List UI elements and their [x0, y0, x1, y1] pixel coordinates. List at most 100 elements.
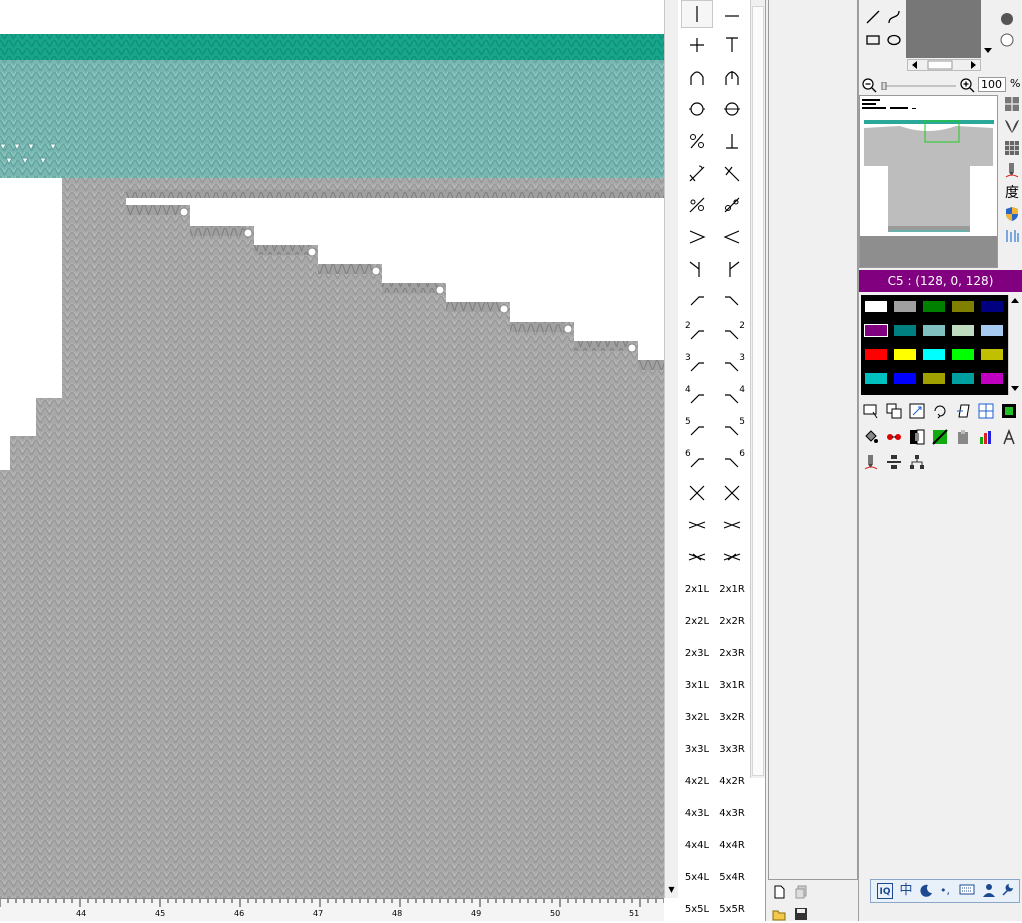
- cable-tool-4x4r[interactable]: 4x4R: [716, 831, 748, 859]
- new-file-icon[interactable]: [770, 883, 788, 901]
- stitch-decrease-5-left-tool[interactable]: 5: [681, 415, 713, 443]
- knit-pattern-canvas[interactable]: [0, 0, 664, 898]
- needle-bars-icon[interactable]: [1003, 227, 1021, 245]
- zoom-out-icon[interactable]: [860, 76, 878, 94]
- pen-tool-icon[interactable]: [1003, 161, 1021, 179]
- stitch-transfer-tool[interactable]: [681, 127, 713, 155]
- cable-tool-5x4l[interactable]: 5x4L: [681, 863, 713, 891]
- palette-swatch[interactable]: [951, 300, 975, 313]
- palette-swatch[interactable]: [951, 372, 975, 385]
- scroll-down-small-icon[interactable]: [982, 44, 994, 56]
- stitch-decrease-4-left-tool[interactable]: 4: [681, 383, 713, 411]
- grid-view-icon[interactable]: [1003, 95, 1021, 113]
- stitch-decrease-2-right-tool[interactable]: 2: [716, 319, 748, 347]
- keyboard-icon[interactable]: [959, 883, 975, 899]
- resize-region-icon[interactable]: [908, 402, 926, 420]
- palette-swatch[interactable]: [951, 324, 975, 337]
- stitch-cross-x-alt-tool[interactable]: [716, 479, 748, 507]
- palette-swatch[interactable]: [980, 300, 1004, 313]
- zoom-value-field[interactable]: 100: [978, 77, 1006, 92]
- pen-color-icon[interactable]: [862, 453, 880, 471]
- palette-swatch[interactable]: [980, 348, 1004, 361]
- select-region-icon[interactable]: [862, 402, 880, 420]
- color-swap-icon[interactable]: [885, 428, 903, 446]
- cable-tool-3x3r[interactable]: 3x3R: [716, 735, 748, 763]
- palette-swatch[interactable]: [893, 372, 917, 385]
- stitch-decrease-right-tool[interactable]: [716, 287, 748, 315]
- outline-circle-icon[interactable]: [998, 31, 1016, 49]
- stitch-decrease-3-right-tool[interactable]: 3: [716, 351, 748, 379]
- palette-swatch[interactable]: [864, 324, 888, 337]
- cable-tool-2x2r[interactable]: 2x2R: [716, 607, 748, 635]
- stitch-chevron-right-tool[interactable]: [681, 223, 713, 251]
- stitch-chevron-left-tool[interactable]: [716, 223, 748, 251]
- cable-tool-3x3l[interactable]: 3x3L: [681, 735, 713, 763]
- palette-swatch[interactable]: [922, 300, 946, 313]
- garment-thumbnail[interactable]: [859, 95, 998, 268]
- ellipse-tool-icon[interactable]: [885, 31, 903, 49]
- zoom-slider[interactable]: [880, 80, 958, 91]
- curve-tool-icon[interactable]: [885, 8, 903, 26]
- fill-bucket-icon[interactable]: [862, 428, 880, 446]
- cable-tool-2x2l[interactable]: 2x2L: [681, 607, 713, 635]
- palette-swatch[interactable]: [893, 348, 917, 361]
- stitch-arch-center-tool[interactable]: [716, 63, 748, 91]
- stitch-y-right-tool[interactable]: [716, 255, 748, 283]
- palette-swatch[interactable]: [864, 372, 888, 385]
- ime-logo-icon[interactable]: IQ: [877, 883, 893, 899]
- contrast-bar-icon[interactable]: [908, 428, 926, 446]
- palette-swatch[interactable]: [864, 300, 888, 313]
- palette-swatch[interactable]: [922, 348, 946, 361]
- cable-tool-5x5r[interactable]: 5x5R: [716, 895, 748, 923]
- stitch-cable-2-right-tool[interactable]: [716, 543, 748, 571]
- cable-tool-2x3l[interactable]: 2x3L: [681, 639, 713, 667]
- copy-region-icon[interactable]: [885, 402, 903, 420]
- stitch-panel-scrollbar[interactable]: [750, 0, 765, 778]
- cable-tool-3x1l[interactable]: 3x1L: [681, 671, 713, 699]
- cable-tool-4x3r[interactable]: 4x3R: [716, 799, 748, 827]
- cable-tool-3x2r[interactable]: 3x2R: [716, 703, 748, 731]
- shield-icon[interactable]: [1003, 205, 1021, 223]
- stitch-decrease-3-left-tool[interactable]: 3: [681, 351, 713, 379]
- split-horizontal-icon[interactable]: [885, 453, 903, 471]
- fill-circle-icon[interactable]: [998, 10, 1016, 28]
- scroll-down-arrow-icon[interactable]: ▼: [665, 884, 678, 896]
- pattern-grid-icon[interactable]: [1003, 139, 1021, 157]
- ime-punctuation[interactable]: •,: [937, 883, 953, 899]
- color-palette[interactable]: [861, 295, 1008, 395]
- stitch-decrease-4-right-tool[interactable]: 4: [716, 383, 748, 411]
- stitch-miss-left-tool[interactable]: [681, 191, 713, 219]
- stitch-cable-1-left-tool[interactable]: [681, 511, 713, 539]
- palette-swatch[interactable]: [922, 324, 946, 337]
- palette-swatch[interactable]: [980, 372, 1004, 385]
- cable-tool-4x2l[interactable]: 4x2L: [681, 767, 713, 795]
- save-disk-icon[interactable]: [792, 905, 810, 923]
- cable-tool-5x4r[interactable]: 5x4R: [716, 863, 748, 891]
- stitch-arch-tool[interactable]: [681, 63, 713, 91]
- palette-swatch[interactable]: [864, 348, 888, 361]
- stitch-miss-right-tool[interactable]: [716, 191, 748, 219]
- palette-swatch[interactable]: [951, 348, 975, 361]
- stitch-inverted-t-tool[interactable]: [716, 127, 748, 155]
- font-a-icon[interactable]: [1000, 428, 1018, 446]
- stitch-decrease-2-left-tool[interactable]: 2: [681, 319, 713, 347]
- stitch-knit-tool[interactable]: [681, 0, 713, 28]
- knit-v-icon[interactable]: [1003, 117, 1021, 135]
- cable-tool-4x3l[interactable]: 4x3L: [681, 799, 713, 827]
- stitch-cable-2-left-tool[interactable]: [681, 543, 713, 571]
- cable-tool-5x5l[interactable]: 5x5L: [681, 895, 713, 923]
- user-icon[interactable]: [981, 883, 997, 899]
- palette-swatch[interactable]: [980, 324, 1004, 337]
- ime-chinese-mode[interactable]: 中: [898, 883, 914, 899]
- moon-halfwidth-icon[interactable]: [918, 883, 934, 899]
- palette-scrollbar[interactable]: [1008, 295, 1022, 395]
- stitch-t-tool[interactable]: [716, 31, 748, 59]
- cable-tool-2x3r[interactable]: 2x3R: [716, 639, 748, 667]
- preview-hscroll[interactable]: [907, 59, 981, 71]
- stitch-circle-line-tool[interactable]: [716, 95, 748, 123]
- line-tool-icon[interactable]: [864, 8, 882, 26]
- rotate-360-icon[interactable]: [931, 402, 949, 420]
- mirror-region-icon[interactable]: [977, 402, 995, 420]
- stitch-purl-tool[interactable]: [716, 0, 748, 28]
- wrench-icon[interactable]: [999, 883, 1015, 899]
